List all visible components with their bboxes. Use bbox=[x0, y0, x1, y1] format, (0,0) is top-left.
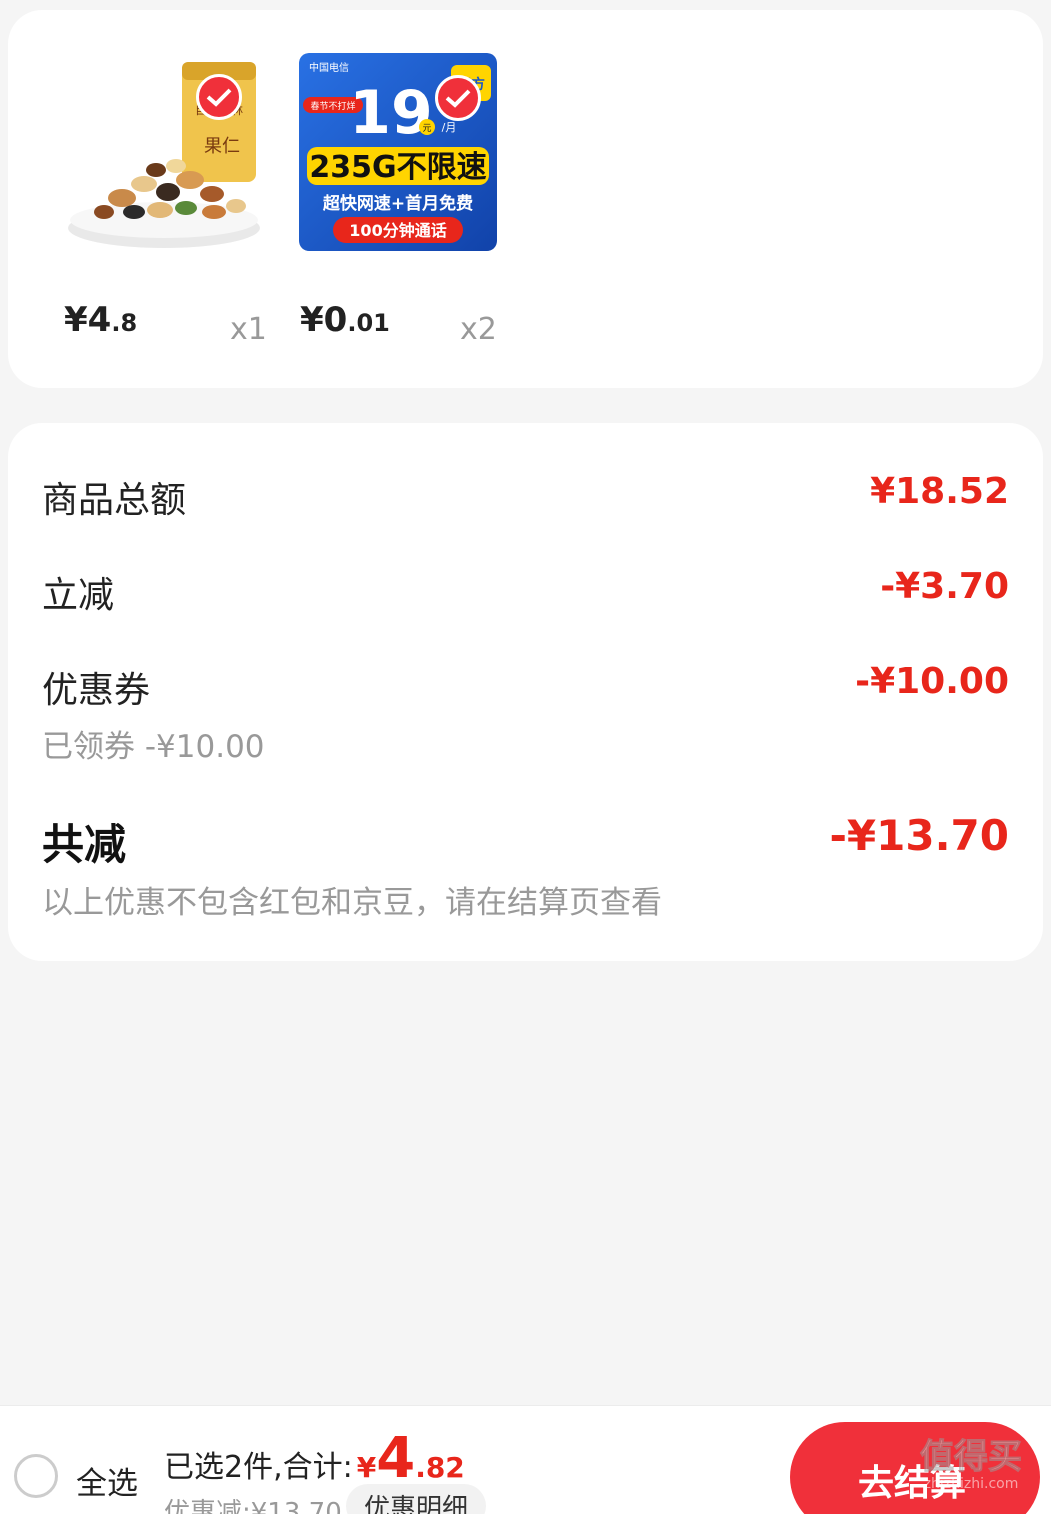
product-price: ¥4 .8 bbox=[64, 300, 137, 350]
telecom-speed-text: 超快网速+首月免费 bbox=[323, 193, 473, 214]
price-decimal: .8 bbox=[111, 309, 138, 337]
selected-check-icon[interactable] bbox=[196, 74, 242, 120]
total-saved-row: 共减 -¥13.70 bbox=[42, 811, 1009, 871]
selected-check-icon[interactable] bbox=[435, 75, 481, 121]
product-image-telecom[interactable]: 中国电信 春节不打烊 19 元 /月 官方 235G不限速 超快网速+首月免费 … bbox=[299, 53, 497, 251]
coupon-row: 优惠券 -¥10.00 bbox=[42, 661, 1009, 711]
total-saved-value: -¥13.70 bbox=[829, 811, 1009, 860]
discount-detail-button[interactable]: 优惠明细 bbox=[346, 1484, 487, 1514]
total-currency: ¥ bbox=[356, 1451, 377, 1484]
price-integer: ¥0 bbox=[300, 300, 348, 340]
goods-total-row: 商品总额 ¥18.52 bbox=[42, 471, 1009, 521]
instant-discount-label: 立减 bbox=[42, 575, 115, 616]
coupon-label: 优惠券 bbox=[42, 670, 151, 711]
goods-total-value: ¥18.52 bbox=[870, 471, 1009, 512]
telecom-yuan-text: 元 bbox=[422, 124, 431, 134]
telecom-month-text: /月 bbox=[442, 121, 457, 134]
coupon-claimed-text: 已领券 -¥10.00 bbox=[42, 729, 265, 765]
products-card: 自然园林 果仁 bbox=[8, 10, 1043, 388]
total-decimal: .82 bbox=[415, 1451, 465, 1484]
order-total: 已选2件,合计: ¥ 4 .82 bbox=[164, 1426, 465, 1491]
telecom-data-text: 235G不限速 bbox=[309, 150, 486, 185]
select-all-label[interactable]: 全选 bbox=[76, 1458, 138, 1503]
price-integer: ¥4 bbox=[64, 300, 112, 340]
checkout-bar: 全选 已选2件,合计: ¥ 4 .82 优惠减:¥13.70 优惠明细 去结算 … bbox=[0, 1405, 1051, 1514]
watermark-logo: 值得买 zhizhizhi.com bbox=[920, 1437, 1023, 1493]
telecom-minutes-text: 100分钟通话 bbox=[349, 221, 446, 240]
goods-total-label: 商品总额 bbox=[42, 480, 187, 521]
product-quantity: x2 bbox=[460, 312, 497, 347]
instant-discount-value: -¥3.70 bbox=[880, 566, 1009, 607]
telecom-price-number: 19 bbox=[349, 78, 433, 148]
selected-count-text: 已选2件,合计: bbox=[164, 1450, 353, 1485]
svg-text:值得买: 值得买 bbox=[920, 1437, 1022, 1477]
price-decimal: .01 bbox=[347, 309, 390, 337]
instant-discount-row: 立减 -¥3.70 bbox=[42, 566, 1009, 616]
svg-text:zhizhizhi.com: zhizhizhi.com bbox=[924, 1476, 1019, 1492]
product-image-nuts[interactable]: 自然园林 果仁 bbox=[64, 52, 264, 252]
coupon-value: -¥10.00 bbox=[855, 661, 1009, 702]
select-all-radio[interactable] bbox=[14, 1454, 58, 1498]
discount-note: 以上优惠不包含红包和京豆，请在结算页查看 bbox=[42, 885, 662, 921]
total-integer: 4 bbox=[376, 1426, 416, 1491]
product-quantity: x1 bbox=[230, 312, 267, 347]
nuts-label-text: 果仁 bbox=[204, 136, 240, 157]
total-saved-label: 共减 bbox=[42, 820, 127, 869]
discount-summary-card: 商品总额 ¥18.52 立减 -¥3.70 优惠券 -¥10.00 已领券 -¥… bbox=[8, 423, 1043, 961]
discount-amount-text: 优惠减:¥13.70 bbox=[164, 1498, 342, 1514]
telecom-brand-text: 中国电信 bbox=[309, 61, 349, 74]
product-price: ¥0 .01 bbox=[300, 300, 390, 350]
